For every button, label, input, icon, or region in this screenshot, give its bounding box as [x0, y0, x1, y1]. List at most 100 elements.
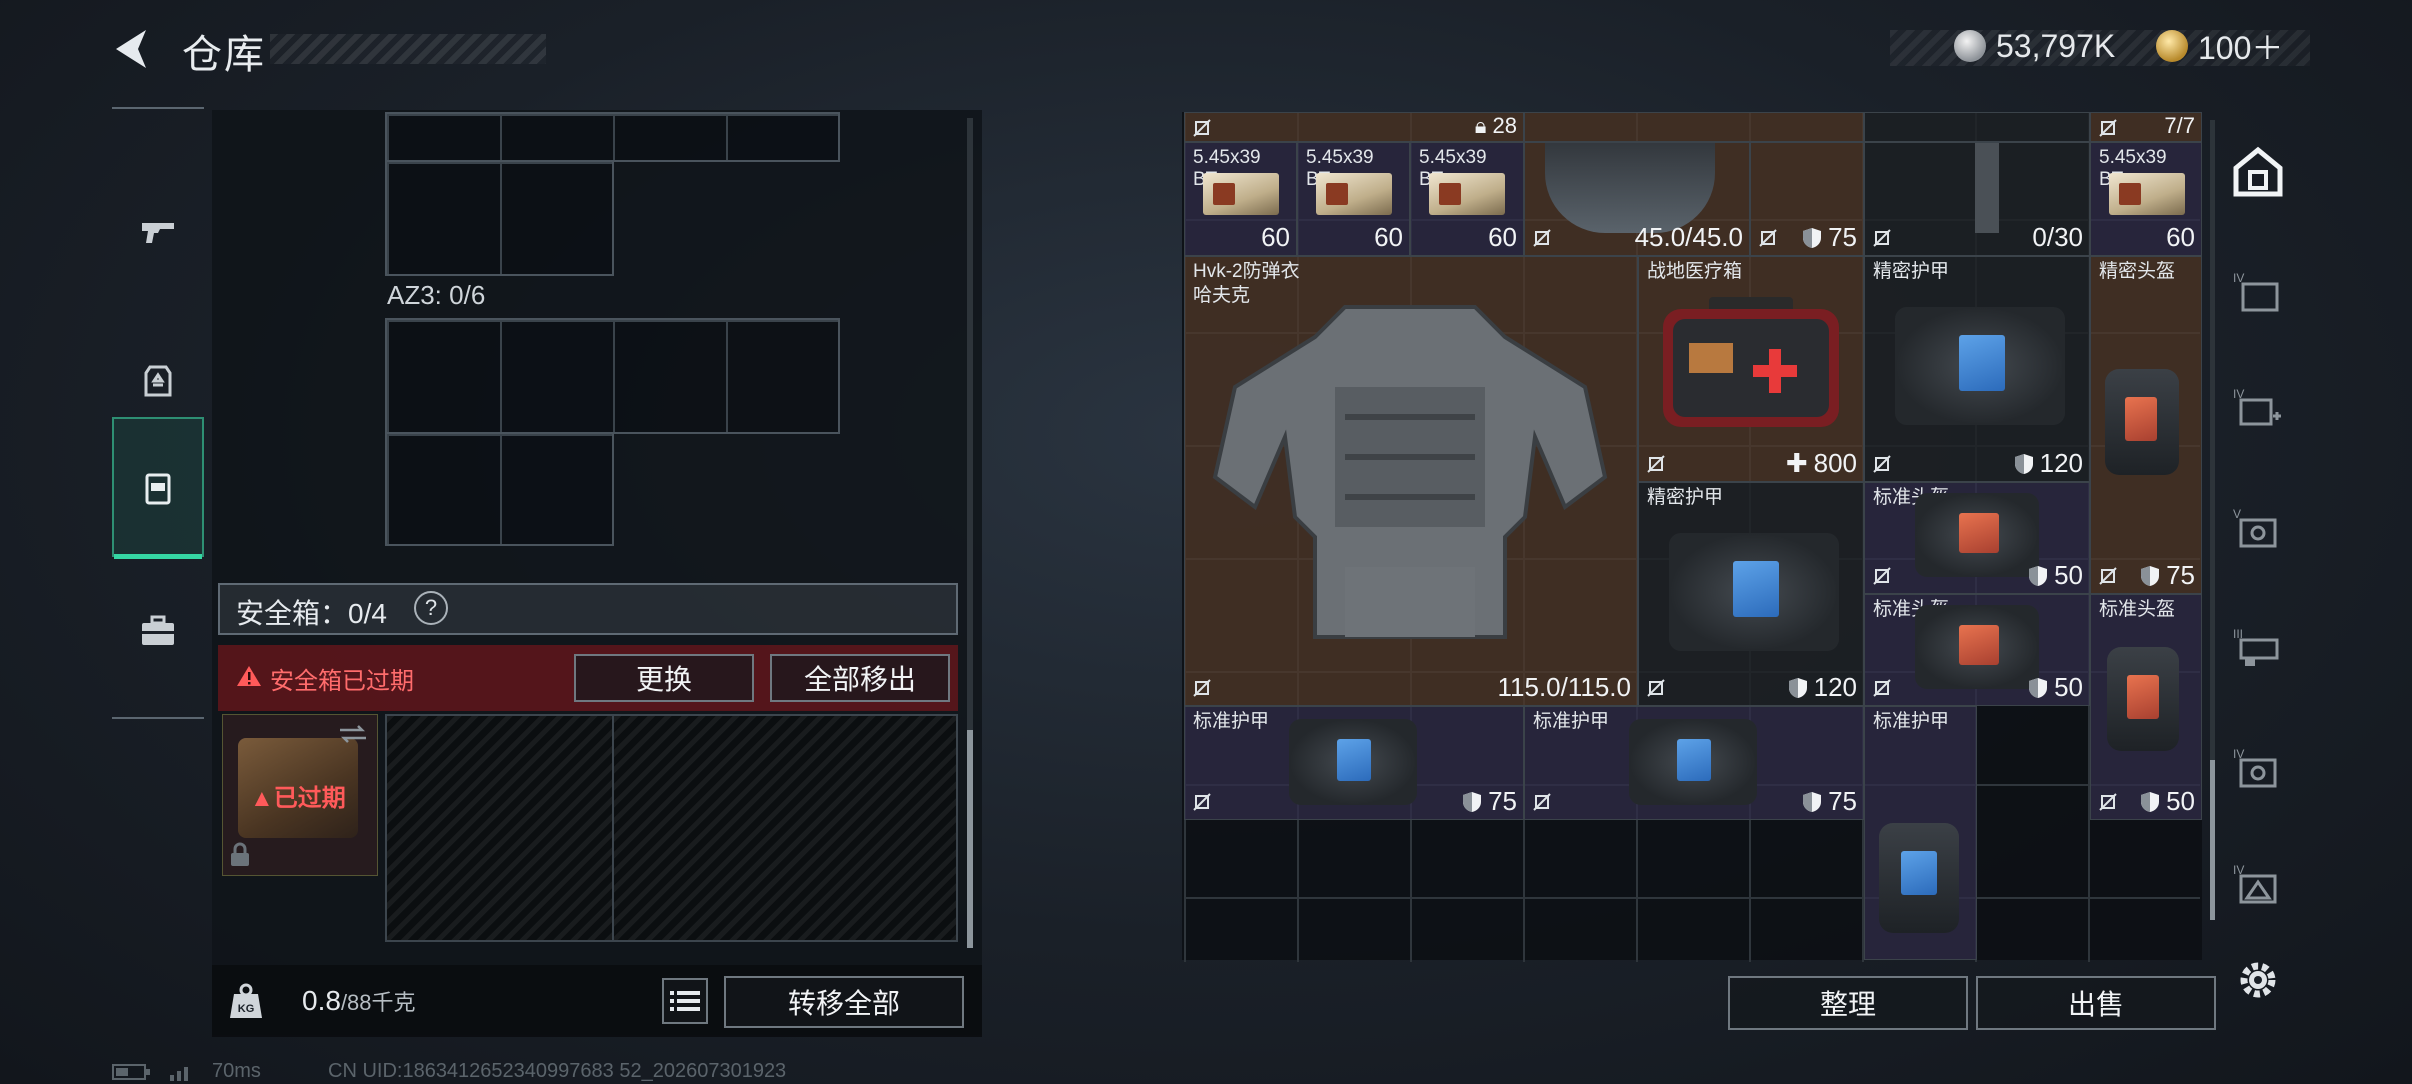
stash-scrollbar-thumb[interactable] — [2210, 760, 2215, 920]
stash-item-standard-armor-2[interactable]: 标准护甲 75 — [1524, 706, 1864, 820]
safe-box-label: 安全箱：0/4 — [236, 598, 387, 629]
rail-filter-tier3-rig[interactable]: III — [2216, 588, 2300, 708]
rail-filter-tier4-backpack[interactable]: IV — [2216, 232, 2300, 352]
stash-filter-rail: IV IV V III IV IV — [2216, 112, 2300, 932]
stash-item-top-3[interactable] — [1864, 112, 2090, 142]
az3-grid-top[interactable] — [385, 318, 840, 434]
az3-grid-bottom[interactable] — [385, 432, 614, 546]
rail-filter-tier4-tactical[interactable]: IV — [2216, 824, 2300, 944]
helmet-tall-image — [2105, 369, 2179, 475]
home-icon — [2233, 146, 2283, 197]
rail-item-rig[interactable] — [112, 417, 204, 559]
stash-item-ammo-1[interactable]: 5.45x39 BT 60 — [1184, 142, 1297, 256]
shield-icon — [1803, 227, 1822, 248]
body-armor-image — [1212, 305, 1608, 639]
rail-filter-tier4-medkit[interactable]: IV — [2216, 348, 2300, 468]
gold-amount: 100＋ — [2198, 30, 2284, 66]
no-insurance-icon — [1193, 679, 1211, 697]
item-count: 60 — [1488, 222, 1517, 252]
replace-button[interactable]: 更换 — [574, 654, 754, 702]
shield-icon — [2029, 677, 2048, 698]
rail-filter-tier5-safe[interactable]: V — [2216, 468, 2300, 588]
no-insurance-icon — [2099, 567, 2117, 585]
magazine-image — [1975, 143, 1999, 233]
silver-currency[interactable]: 53,797K — [1954, 26, 2115, 66]
rail-item-weapons[interactable] — [112, 161, 204, 301]
tier3-rig-icon: III — [2233, 627, 2279, 666]
chest-rig-icon — [145, 473, 171, 505]
safe-box-grid-right[interactable] — [612, 714, 958, 942]
stash-item-standard-helmet-1[interactable]: 标准头盔 50 — [1864, 482, 2090, 594]
armor-vest-image — [1879, 823, 1959, 933]
silver-coin-icon — [1954, 30, 1986, 62]
rail-filter-home[interactable] — [2216, 112, 2300, 232]
lock-icon: 🔒︎ — [1474, 113, 1487, 138]
sort-button[interactable]: 整理 — [1728, 976, 1968, 1030]
back-button[interactable] — [108, 24, 158, 74]
transfer-all-button[interactable]: 转移全部 — [724, 976, 964, 1028]
stash-item-helmet[interactable]: 45.0/45.0 — [1524, 142, 1750, 256]
stash-item-top-4[interactable]: 7/7 — [2090, 112, 2202, 142]
rail-item-case[interactable] — [112, 561, 204, 701]
tier4-medkit-icon: IV — [2233, 387, 2281, 426]
no-insurance-icon — [1873, 455, 1891, 473]
stash-item-standard-armor-1[interactable]: 标准护甲 75 — [1184, 706, 1524, 820]
stash-item-helmet-armor[interactable]: 75 — [1750, 142, 1864, 256]
stash-item-top-2[interactable] — [1524, 112, 1864, 142]
stash-item-top-1[interactable]: 🔒︎ 28 — [1184, 112, 1524, 142]
swap-icon[interactable] — [338, 724, 368, 744]
title-decoration — [270, 34, 546, 64]
sell-button[interactable]: 出售 — [1976, 976, 2216, 1030]
rig-grid-top-lower[interactable] — [385, 160, 614, 276]
no-insurance-icon — [1873, 229, 1891, 247]
rig-grid-top[interactable] — [385, 112, 840, 162]
shield-icon — [2029, 565, 2048, 586]
armor-vest-image — [1669, 533, 1839, 651]
help-button[interactable]: ? — [414, 591, 448, 625]
no-insurance-icon — [2099, 793, 2117, 811]
stash-item-hvk2-vest[interactable]: Hvk-2防弹衣 哈夫克 115.0/115.0 — [1184, 256, 1638, 706]
ammo-box-icon — [1203, 173, 1279, 215]
expired-badge-text: 已过期 — [273, 785, 346, 812]
safe-box-grid-left[interactable] — [385, 714, 614, 942]
no-insurance-icon — [1647, 455, 1665, 473]
no-insurance-icon — [1873, 679, 1891, 697]
armor-vest-image — [1289, 719, 1417, 805]
ping-readout: 70ms — [212, 1060, 261, 1082]
status-bar: 70ms — [112, 1060, 261, 1083]
backpack-icon — [144, 365, 172, 397]
expired-text: 安全箱已过期 — [270, 668, 414, 695]
list-view-button[interactable] — [662, 978, 708, 1024]
settings-gear-icon[interactable] — [2234, 956, 2282, 1004]
armor-vest-image — [1895, 307, 2065, 425]
list-icon — [670, 991, 700, 1011]
stash-item-magazine[interactable]: 0/30 — [1864, 142, 2090, 256]
ammo-box-icon — [1429, 173, 1505, 215]
stash-item-medkit[interactable]: 战地医疗箱 ✚ 800 — [1638, 256, 1864, 482]
stash-item-standard-helmet-2[interactable]: 标准头盔 50 — [1864, 594, 2090, 706]
item-count: 60 — [1374, 222, 1403, 252]
item-count: 🔒︎ 28 — [1474, 113, 1517, 138]
item-durability: 115.0/115.0 — [1497, 672, 1632, 702]
remove-all-button[interactable]: 全部移出 — [770, 654, 950, 702]
az3-label: AZ3: 0/6 — [387, 280, 486, 310]
weight-icon: KG — [230, 983, 262, 1018]
stash-item-ammo-4[interactable]: 5.45x39 BT 60 — [2090, 142, 2202, 256]
stash-item-precision-armor-1[interactable]: 精密护甲 120 — [1864, 256, 2090, 482]
item-count: 0/30 — [2032, 222, 2083, 252]
no-insurance-icon — [1533, 793, 1551, 811]
stash-item-ammo-2[interactable]: 5.45x39 BT 60 — [1297, 142, 1410, 256]
ammo-box-icon — [2109, 173, 2185, 215]
rail-filter-tier4-safe[interactable]: IV — [2216, 708, 2300, 828]
no-insurance-icon — [1533, 229, 1551, 247]
helmet-image — [1545, 143, 1715, 233]
stash-item-standard-armor-3[interactable]: 标准护甲 — [1864, 706, 1977, 960]
stash-item-ammo-3[interactable]: 5.45x39 BT 60 — [1410, 142, 1524, 256]
gold-currency[interactable]: 100＋ — [2156, 26, 2283, 66]
stash-item-precision-helmet[interactable]: 精密头盔 75 — [2090, 256, 2202, 594]
container-scrollbar-thumb[interactable] — [967, 730, 973, 948]
svg-text:KG: KG — [238, 1003, 255, 1015]
stash-item-standard-helmet-3[interactable]: 标准头盔 50 — [2090, 594, 2202, 820]
stash-item-precision-armor-2[interactable]: 精密护甲 120 — [1638, 482, 1864, 706]
no-insurance-icon — [1193, 119, 1211, 137]
